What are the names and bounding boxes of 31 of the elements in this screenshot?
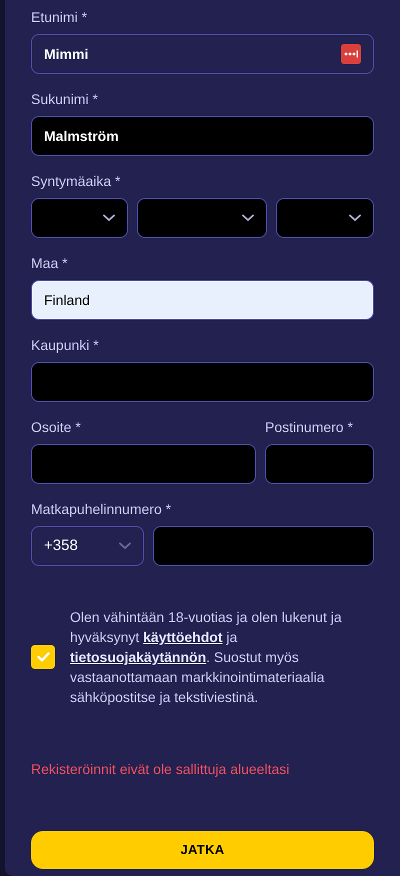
field-label: Postinumero * [265, 418, 354, 437]
field-label: Maa * [31, 254, 69, 273]
field-label: Etunimi * [31, 8, 88, 27]
input-field[interactable] [31, 362, 374, 402]
input-field[interactable] [153, 526, 374, 566]
field-label: Kaupunki * [31, 336, 100, 355]
link[interactable]: tietosuojakäytännön [70, 649, 206, 665]
dropdown-select[interactable]: +358 [31, 526, 144, 566]
input-field[interactable]: Finland [31, 280, 374, 320]
chevron-down-icon [349, 214, 361, 222]
field-label: Matkapuhelinnumero * [31, 500, 172, 519]
input-field[interactable] [31, 444, 256, 484]
chevron-down-icon [102, 214, 115, 222]
chevron-down-icon [242, 214, 254, 222]
field-label: Sukunimi * [31, 90, 99, 109]
dropdown-select[interactable] [31, 198, 128, 238]
dropdown-select[interactable] [276, 198, 374, 238]
link[interactable]: käyttöehdot [143, 629, 222, 645]
chevron-down-icon [119, 542, 131, 550]
input-field[interactable]: Mimmi [31, 34, 374, 74]
field-label: Osoite * [31, 418, 82, 437]
consent-text: Olen vähintään 18-vuotias ja olen lukenut ja hyväksynyt käyttöehdot ja tietosuojakäytännön. Suostut myös vastaanottamaan markkinointimateriaalia sähköpostitse ja tekstiviestinä. [70, 608, 343, 707]
checkbox[interactable] [31, 645, 55, 669]
field-label: Syntymäaika * [31, 172, 122, 191]
check-icon [36, 652, 50, 662]
error-message: Rekisteröinnit eivät ole sallittuja alueeltasi [31, 760, 290, 779]
input-field[interactable]: Malmström [31, 116, 374, 156]
dropdown-select[interactable] [136, 198, 268, 238]
password-manager-icon[interactable] [341, 44, 361, 64]
continue-button[interactable]: JATKA [31, 831, 374, 869]
input-field[interactable] [265, 444, 374, 484]
